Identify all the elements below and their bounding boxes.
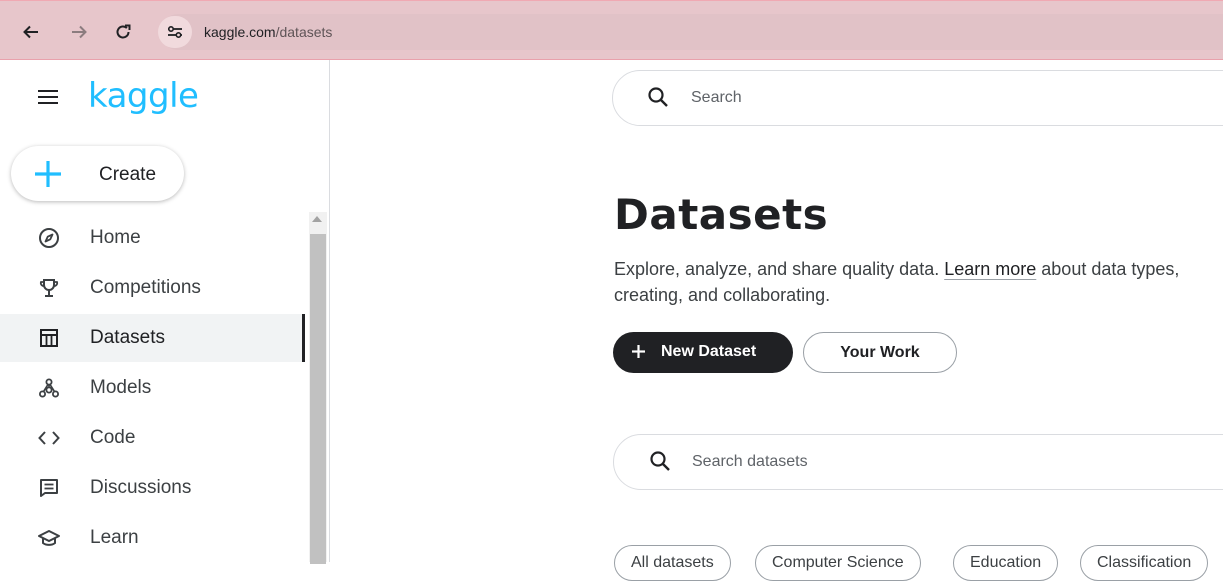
compass-icon (36, 225, 62, 251)
sidebar-item-competitions[interactable]: Competitions (0, 264, 305, 312)
sidebar-item-discussions[interactable]: Discussions (0, 464, 305, 512)
url-host: kaggle.com (204, 24, 276, 40)
filter-chip-education[interactable]: Education (953, 545, 1059, 581)
sidebar-item-datasets[interactable]: Datasets (0, 314, 305, 362)
dataset-search-input[interactable]: Search datasets (613, 434, 1223, 490)
sidebar-item-label: Learn (90, 527, 139, 548)
sidebar-item-models[interactable]: Models (0, 364, 305, 412)
search-icon (650, 451, 670, 471)
sidebar-scrollbar[interactable] (309, 212, 327, 564)
kaggle-logo[interactable]: kaggle (88, 76, 199, 116)
sidebar-item-label: Home (90, 227, 141, 248)
discussions-icon (36, 475, 62, 501)
browser-toolbar: kaggle.com/datasets (0, 0, 1223, 60)
sidebar-item-home[interactable]: Home (0, 214, 305, 262)
table-icon (36, 325, 62, 351)
forward-arrow-icon[interactable] (66, 19, 92, 45)
search-placeholder: Search (691, 89, 742, 106)
description-text: Explore, analyze, and share quality data… (614, 259, 945, 279)
create-button[interactable]: Create (11, 146, 184, 201)
graduation-cap-icon (36, 525, 62, 551)
site-info-icon[interactable] (158, 16, 192, 48)
hamburger-menu-icon[interactable] (38, 89, 60, 105)
sidebar-item-code[interactable]: Code (0, 414, 305, 462)
trophy-icon (36, 275, 62, 301)
sidebar-item-label: Code (90, 427, 136, 448)
sidebar: kaggle Create Home Competitions Datasets… (0, 60, 330, 564)
scrollbar-thumb[interactable] (310, 234, 326, 564)
sidebar-item-label: Competitions (90, 277, 201, 298)
filter-chip-all-datasets[interactable]: All datasets (614, 545, 731, 581)
page-title: Datasets (614, 190, 829, 239)
back-arrow-icon[interactable] (18, 19, 44, 45)
new-dataset-button[interactable]: New Dataset (613, 332, 793, 373)
reload-icon[interactable] (110, 19, 136, 45)
search-icon (648, 87, 668, 107)
url-path: /datasets (275, 24, 333, 40)
plus-icon (632, 345, 645, 358)
learn-more-link[interactable]: Learn more (944, 259, 1036, 279)
sidebar-item-label: Discussions (90, 477, 192, 498)
plus-icon (35, 161, 61, 187)
sidebar-item-label: Datasets (90, 327, 165, 348)
code-icon (36, 425, 62, 451)
create-label: Create (99, 164, 157, 185)
your-work-button[interactable]: Your Work (803, 332, 957, 373)
scroll-up-arrow-icon[interactable] (312, 216, 322, 222)
sidebar-item-label: Models (90, 377, 152, 398)
sidebar-item-learn[interactable]: Learn (0, 514, 305, 562)
url-text[interactable]: kaggle.com/datasets (204, 24, 332, 40)
search-placeholder: Search datasets (692, 453, 808, 470)
new-dataset-label: New Dataset (661, 343, 757, 360)
your-work-label: Your Work (840, 343, 920, 361)
site-search-input[interactable]: Search (612, 70, 1223, 126)
models-icon (36, 375, 62, 401)
page-description: Explore, analyze, and share quality data… (614, 256, 1223, 308)
filter-chip-computer-science[interactable]: Computer Science (755, 545, 921, 581)
filter-chip-classification[interactable]: Classification (1080, 545, 1209, 581)
